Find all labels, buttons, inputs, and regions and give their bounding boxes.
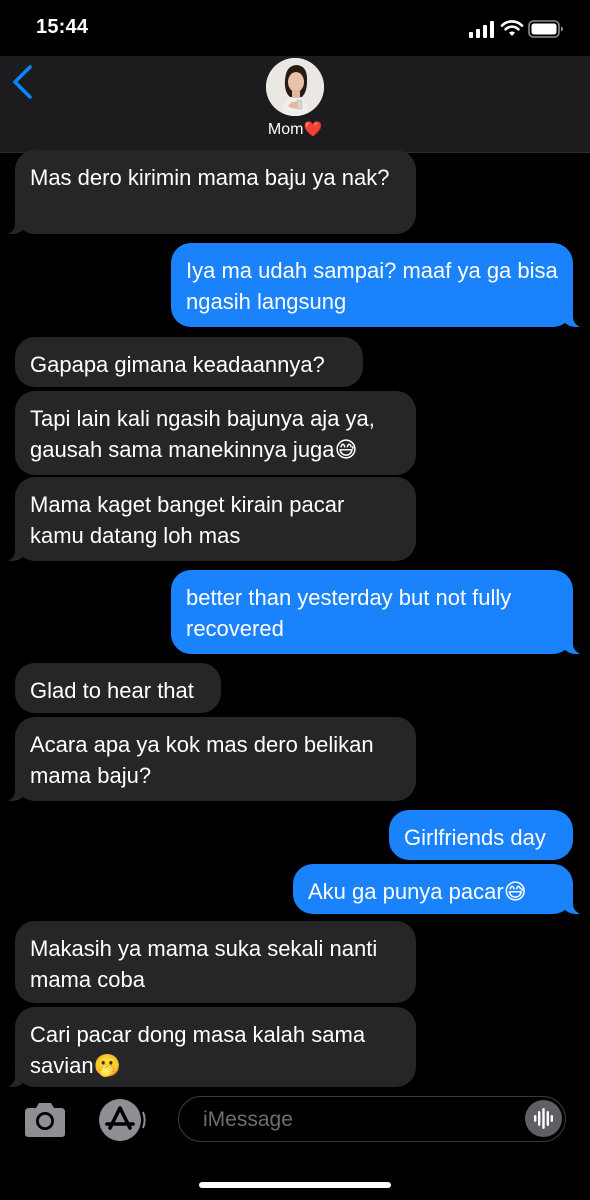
- message-bubble-incoming[interactable]: Glad to hear that: [15, 663, 221, 713]
- audio-waveform-icon[interactable]: [525, 1100, 562, 1137]
- message-text: Acara apa ya kok mas dero belikan mama b…: [30, 732, 374, 788]
- message-text: Makasih ya mama suka sekali nanti mama c…: [30, 936, 378, 992]
- message-text: Mama kaget banget kirain pacar kamu data…: [30, 492, 345, 548]
- conversation-header: Mom❤️: [0, 56, 590, 153]
- signal-icon: [469, 21, 494, 38]
- home-indicator[interactable]: [199, 1182, 391, 1188]
- battery-icon: [528, 20, 563, 38]
- emoji: 🫢: [93, 1053, 121, 1078]
- message-bubble-outgoing[interactable]: Aku ga punya pacar😅: [293, 864, 585, 914]
- message-bubble-incoming[interactable]: Mama kaget banget kirain pacar kamu data…: [3, 477, 416, 561]
- app-store-icon[interactable]: [96, 1098, 148, 1142]
- contact-avatar[interactable]: [266, 58, 324, 116]
- message-bubble-incoming[interactable]: Cari pacar dong masa kalah sama savian🫢: [3, 1007, 416, 1087]
- message-bubble-incoming[interactable]: Makasih ya mama suka sekali nanti mama c…: [15, 921, 416, 1003]
- message-text: better than yesterday but not fully reco…: [186, 585, 512, 641]
- message-text: Tapi lain kali ngasih bajunya aja ya, ga…: [30, 406, 375, 462]
- camera-icon[interactable]: [22, 1100, 68, 1140]
- message-bubble-incoming[interactable]: Tapi lain kali ngasih bajunya aja ya, ga…: [15, 391, 416, 475]
- message-text: Glad to hear that: [30, 678, 194, 703]
- audio-waveform-glyph: [534, 1108, 553, 1129]
- message-text: Iya ma udah sampai? maaf ya ga bisa ngas…: [186, 258, 558, 314]
- wifi-icon: [500, 20, 524, 36]
- message-text: Cari pacar dong masa kalah sama savian: [30, 1022, 366, 1078]
- message-text: Aku ga punya pacar: [308, 879, 504, 904]
- message-text: Mas dero kirimin mama baju ya nak?: [30, 165, 390, 190]
- contact-name[interactable]: Mom❤️: [0, 120, 590, 139]
- emoji: 😅: [503, 879, 527, 904]
- status-time: 15:44: [36, 16, 89, 38]
- message-bubble-incoming[interactable]: Gapapa gimana keadaannya?: [15, 337, 363, 387]
- message-input[interactable]: [201, 1097, 505, 1142]
- message-bubble-incoming[interactable]: Acara apa ya kok mas dero belikan mama b…: [3, 717, 416, 801]
- message-bubble-outgoing[interactable]: Iya ma udah sampai? maaf ya ga bisa ngas…: [171, 243, 585, 327]
- contact-name-text: Mom: [267, 121, 304, 138]
- message-input-container[interactable]: [178, 1096, 566, 1142]
- message-text: Gapapa gimana keadaannya?: [30, 352, 325, 377]
- heart-emoji: ❤️: [303, 121, 323, 138]
- message-text: Girlfriends day: [404, 825, 546, 850]
- message-bubble-outgoing[interactable]: better than yesterday but not fully reco…: [171, 570, 585, 654]
- message-thread[interactable]: Mas dero kirimin mama baju ya nak? Iya m…: [0, 150, 590, 1088]
- emoji: 😅: [334, 437, 358, 462]
- chevron-left-icon[interactable]: [10, 64, 36, 100]
- message-bubble-incoming[interactable]: Mas dero kirimin mama baju ya nak?: [3, 150, 416, 234]
- compose-bar: [0, 1088, 590, 1200]
- avatar-photo: [266, 58, 324, 116]
- message-bubble-outgoing[interactable]: Girlfriends day: [389, 810, 573, 860]
- status-bar: 15:44: [0, 0, 590, 56]
